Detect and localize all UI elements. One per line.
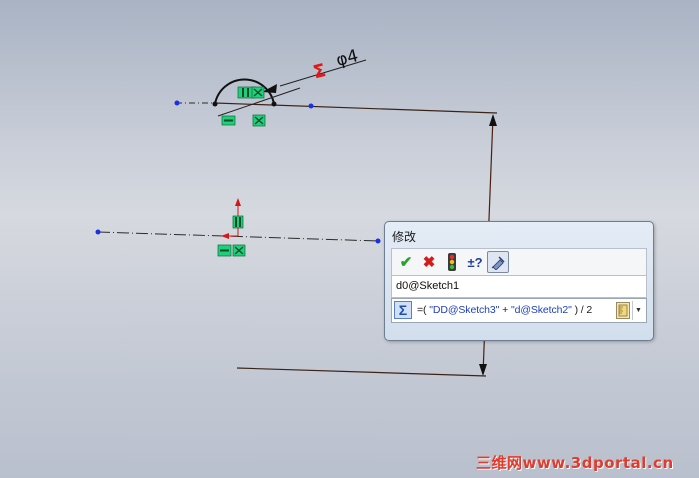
origin-y-arrow-icon <box>235 198 241 206</box>
reverse-sense-button[interactable]: ±? <box>464 251 486 273</box>
equation-sigma-button[interactable]: Σ <box>394 301 412 319</box>
watermark: 三维网www.3dportal.cn <box>476 454 674 472</box>
dimension-name-field[interactable]: d0@Sketch1 <box>391 275 647 298</box>
point-upper-left[interactable] <box>174 100 180 106</box>
rebuild-button[interactable] <box>441 251 463 273</box>
arc-endpoint-right[interactable] <box>271 101 277 107</box>
equation-operator: + <box>499 304 511 316</box>
equation-text[interactable]: =( "DD@Sketch3" + "d@Sketch2" ) / 2 <box>417 304 592 316</box>
point-upper-mid[interactable] <box>308 103 314 109</box>
point-middle-right[interactable] <box>375 238 381 244</box>
equation-term-2: "d@Sketch2" <box>510 304 572 316</box>
equation-sigma-marker: Σ <box>311 60 328 83</box>
units-button[interactable] <box>616 302 630 319</box>
reverse-sense-label: ±? <box>467 254 483 270</box>
pin-icon <box>491 256 505 270</box>
dialog-toolbar: ✔ ✖ ±? <box>391 248 647 275</box>
vertical-dimension-arrow-top <box>489 114 497 126</box>
checkmark-icon: ✔ <box>399 253 413 271</box>
relation-icon-vertical <box>232 215 244 229</box>
diameter-dimension-text[interactable]: φ4 <box>334 46 360 71</box>
close-icon: ✖ <box>422 253 436 271</box>
ruler-icon <box>618 304 628 317</box>
vertical-dimension-arrow-bottom <box>479 364 487 376</box>
modify-dialog: 修改 ✔ ✖ ±? d0@Sketch1 Σ =("DD@Sketch3" +… <box>384 221 654 341</box>
sigma-icon: Σ <box>398 302 408 318</box>
equation-prefix: =( <box>417 304 430 316</box>
units-dropdown-button[interactable]: ▼ <box>632 301 644 320</box>
traffic-light-icon <box>448 253 456 271</box>
arc-endpoint-left[interactable] <box>212 101 218 107</box>
equation-suffix: ) / 2 <box>571 304 593 316</box>
relation-icons-upper <box>221 86 266 127</box>
origin-x-arrow-icon <box>221 233 229 239</box>
mark-dimension-button[interactable] <box>487 251 509 273</box>
dialog-title: 修改 <box>392 230 417 244</box>
cancel-button[interactable]: ✖ <box>418 251 440 273</box>
point-middle-left[interactable] <box>95 229 101 235</box>
equation-field[interactable]: Σ =( "DD@Sketch3" + "d@Sketch2" ) / 2 ▼ <box>391 298 647 323</box>
ok-button[interactable]: ✔ <box>395 251 417 273</box>
chevron-down-icon: ▼ <box>635 307 642 314</box>
sketch-line-upper[interactable] <box>214 102 498 114</box>
sketch-line-lower[interactable] <box>236 367 487 377</box>
equation-term-1: "DD@Sketch3" <box>429 304 500 316</box>
